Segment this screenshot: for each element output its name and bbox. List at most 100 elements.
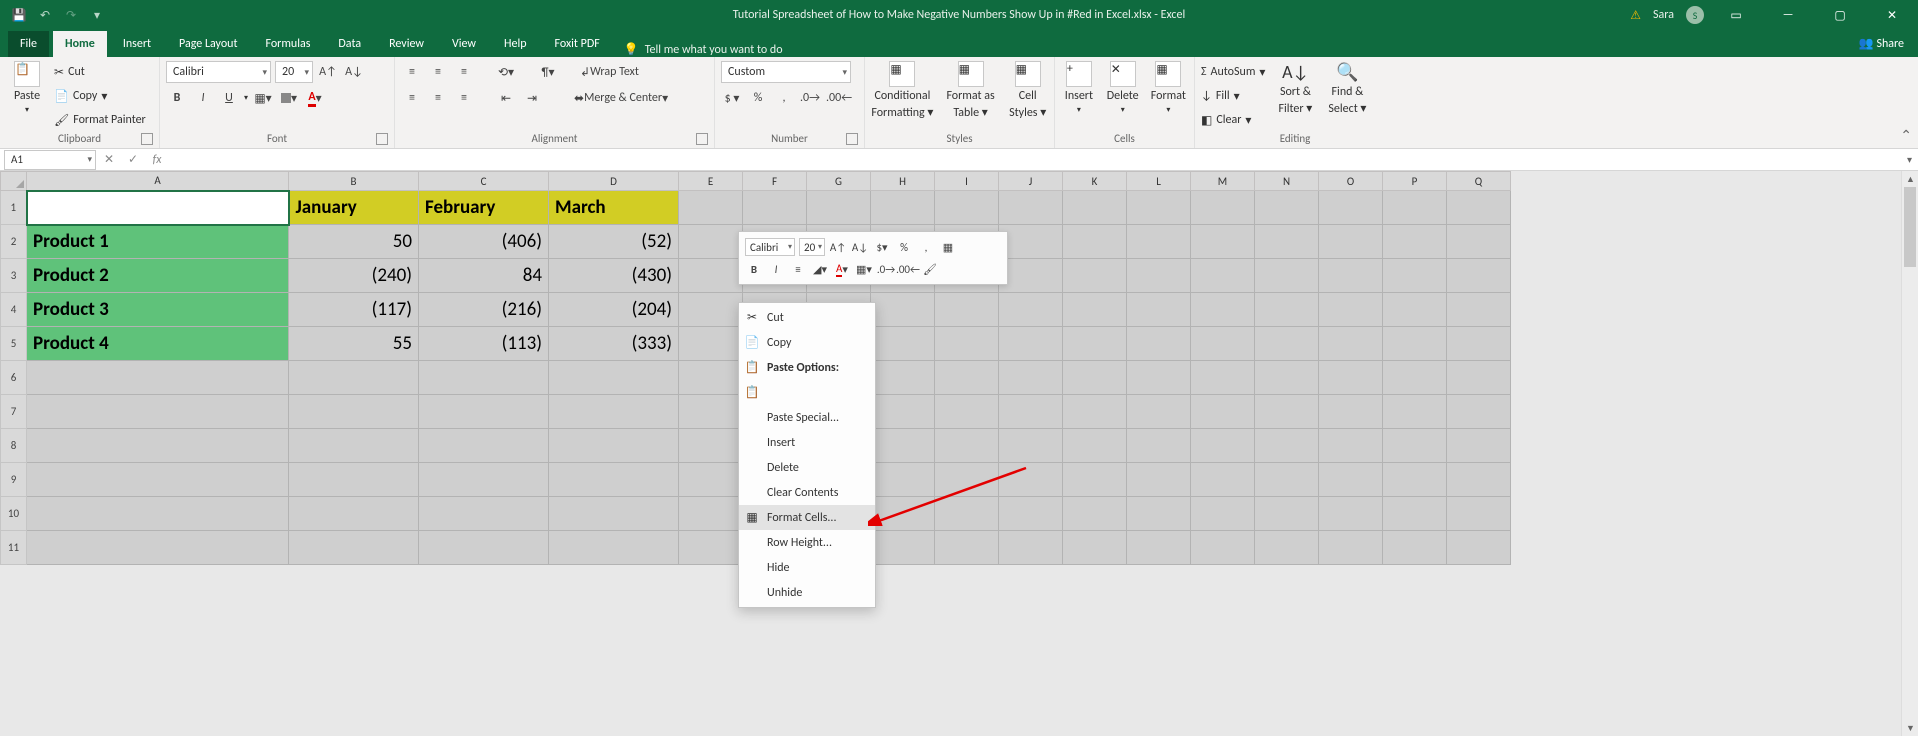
insert-cells-button[interactable]: +Insert▾ (1061, 61, 1097, 115)
format-cells-button[interactable]: ▦Format▾ (1149, 61, 1188, 115)
delete-cells-button[interactable]: ✕Delete▾ (1105, 61, 1141, 115)
cm-hide[interactable]: Hide (739, 555, 875, 580)
mini-dec-decimal-icon[interactable]: .00← (899, 260, 917, 278)
col-header[interactable]: O (1319, 172, 1383, 191)
cm-insert[interactable]: Insert (739, 430, 875, 455)
increase-indent-icon[interactable]: ⇥ (521, 87, 543, 109)
font-dialog-launcher-icon[interactable] (376, 133, 388, 145)
col-header[interactable]: L (1127, 172, 1191, 191)
align-center-icon[interactable]: ≡ (427, 87, 449, 109)
save-icon[interactable]: 💾 (8, 4, 30, 26)
cm-unhide[interactable]: Unhide (739, 580, 875, 605)
col-header[interactable]: P (1383, 172, 1447, 191)
clear-button[interactable]: ◧ Clear ▾ (1201, 109, 1265, 131)
increase-decimal-icon[interactable]: .0→ (799, 87, 821, 109)
maximize-icon[interactable]: ▢ (1820, 0, 1860, 30)
fill-color-button[interactable]: ▾ (278, 87, 300, 109)
currency-icon[interactable]: $ ▾ (721, 87, 743, 109)
qa-customize-icon[interactable]: ▾ (86, 4, 108, 26)
mini-percent-icon[interactable]: % (895, 238, 913, 256)
autosum-button[interactable]: Σ AutoSum ▾ (1201, 61, 1265, 83)
tab-view[interactable]: View (440, 31, 488, 57)
italic-button[interactable]: I (192, 87, 214, 109)
number-format-combo[interactable]: Custom (721, 61, 851, 83)
minimize-icon[interactable]: — (1768, 0, 1808, 30)
mini-align-icon[interactable]: ≡ (789, 260, 807, 278)
align-bottom-icon[interactable]: ≡ (453, 61, 475, 83)
cm-format-cells[interactable]: ▦Format Cells... (739, 505, 875, 530)
avatar[interactable]: S (1686, 6, 1704, 24)
mini-fill-color-icon[interactable]: ◢▾ (811, 260, 829, 278)
undo-icon[interactable]: ↶ (34, 4, 56, 26)
scroll-down-icon[interactable]: ▼ (1902, 720, 1918, 736)
row-header[interactable]: 10 (1, 497, 27, 531)
mini-size-combo[interactable]: 20 (799, 238, 825, 256)
row-header[interactable]: 9 (1, 463, 27, 497)
cut-button[interactable]: ✂Cut (54, 61, 146, 83)
expand-formula-bar-icon[interactable]: ▾ (1907, 153, 1912, 166)
close-icon[interactable]: ✕ (1872, 0, 1912, 30)
tell-me[interactable]: 💡 Tell me what you want to do (616, 42, 791, 57)
find-select-button[interactable]: 🔍Find &Select ▾ (1325, 61, 1369, 116)
tab-home[interactable]: Home (53, 31, 107, 57)
col-header[interactable]: I (935, 172, 999, 191)
name-box[interactable]: A1 (4, 150, 96, 170)
tab-page-layout[interactable]: Page Layout (167, 31, 249, 57)
row-header[interactable]: 1 (1, 191, 27, 225)
percent-icon[interactable]: % (747, 87, 769, 109)
rtl-ltr-icon[interactable]: ¶▾ (537, 61, 559, 83)
redo-icon[interactable]: ↷ (60, 4, 82, 26)
cm-clear-contents[interactable]: Clear Contents (739, 480, 875, 505)
format-painter-button[interactable]: 🖌Format Painter (54, 109, 146, 131)
copy-button[interactable]: 📄Copy ▾ (54, 85, 146, 107)
cancel-formula-icon[interactable]: ✕ (97, 150, 121, 170)
align-left-icon[interactable]: ≡ (401, 87, 423, 109)
cm-cut[interactable]: ✂Cut (739, 305, 875, 330)
format-as-table-button[interactable]: ▦Format asTable ▾ (944, 61, 998, 120)
mini-inc-font-icon[interactable]: A↑ (829, 238, 847, 256)
font-size-combo[interactable]: 20 (275, 61, 313, 83)
col-header[interactable]: H (871, 172, 935, 191)
col-header[interactable]: A (27, 172, 289, 191)
row-header[interactable]: 11 (1, 531, 27, 565)
conditional-formatting-button[interactable]: ▦ConditionalFormatting ▾ (871, 61, 934, 120)
mini-borders-icon[interactable]: ▦ (939, 238, 957, 256)
cell-styles-button[interactable]: ▦CellStyles ▾ (1007, 61, 1048, 120)
cm-row-height[interactable]: Row Height... (739, 530, 875, 555)
row-header[interactable]: 3 (1, 259, 27, 293)
scroll-up-icon[interactable]: ▲ (1902, 171, 1918, 187)
tab-review[interactable]: Review (377, 31, 436, 57)
col-header[interactable]: J (999, 172, 1063, 191)
row-header[interactable]: 6 (1, 361, 27, 395)
col-header[interactable]: F (743, 172, 807, 191)
mini-bold-icon[interactable]: B (745, 260, 763, 278)
formula-input[interactable] (169, 150, 1918, 170)
col-header[interactable]: M (1191, 172, 1255, 191)
col-header[interactable]: N (1255, 172, 1319, 191)
row-header[interactable]: 4 (1, 293, 27, 327)
orientation-icon[interactable]: ⟲▾ (495, 61, 517, 83)
mini-border-icon[interactable]: ▦▾ (855, 260, 873, 278)
tab-file[interactable]: File (8, 31, 49, 57)
col-header[interactable]: Q (1447, 172, 1511, 191)
sort-filter-button[interactable]: A↓Sort &Filter ▾ (1273, 61, 1317, 116)
comma-icon[interactable]: , (773, 87, 795, 109)
vertical-scrollbar[interactable]: ▲ ▼ (1901, 171, 1918, 736)
tab-data[interactable]: Data (326, 31, 373, 57)
enter-formula-icon[interactable]: ✓ (121, 150, 145, 170)
decrease-indent-icon[interactable]: ⇤ (495, 87, 517, 109)
col-header[interactable]: C (419, 172, 549, 191)
col-header[interactable]: B (289, 172, 419, 191)
mini-font-combo[interactable]: Calibri (745, 238, 795, 256)
mini-comma-icon[interactable]: , (917, 238, 935, 256)
paste-button[interactable]: 📋 Paste ▾ (6, 61, 48, 115)
bold-button[interactable]: B (166, 87, 188, 109)
cm-paste-option[interactable]: 📋 (739, 380, 875, 405)
cm-copy[interactable]: 📄Copy (739, 330, 875, 355)
fx-icon[interactable]: fx (145, 150, 169, 170)
cm-paste-special[interactable]: Paste Special... (739, 405, 875, 430)
collapse-ribbon-icon[interactable]: ⌃ (1900, 127, 1912, 144)
number-dialog-launcher-icon[interactable] (846, 133, 858, 145)
select-all-button[interactable] (1, 172, 27, 191)
mini-italic-icon[interactable]: I (767, 260, 785, 278)
